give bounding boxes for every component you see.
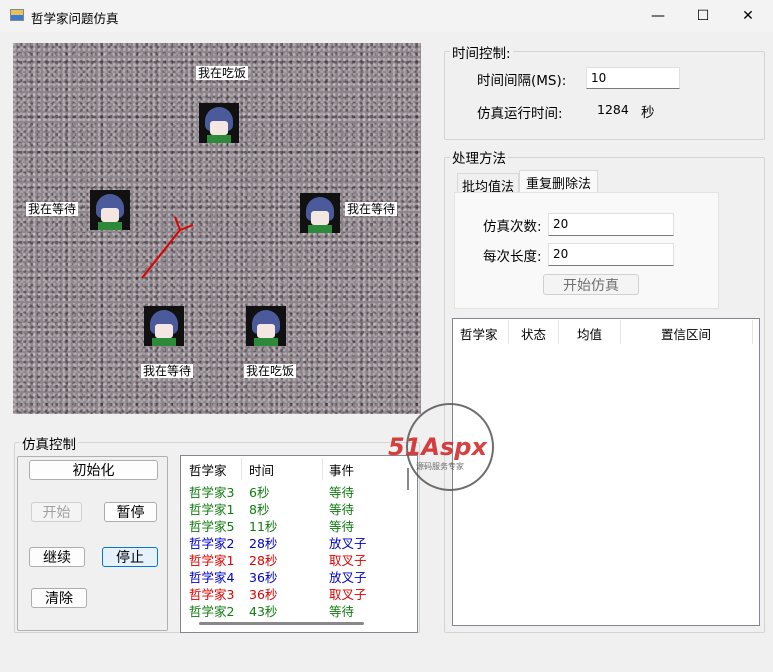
maximize-button[interactable]: ☐	[680, 0, 726, 32]
runs-label: 仿真次数:	[483, 219, 542, 235]
log-row[interactable]: 哲学家5 11秒 等待	[189, 516, 399, 534]
log-time: 6秒	[249, 485, 270, 500]
philosopher-avatar	[246, 306, 286, 346]
fork-line	[141, 229, 181, 279]
log-philosopher: 哲学家3	[189, 587, 235, 602]
log-header-philosopher[interactable]: 哲学家	[189, 460, 227, 479]
log-time: 43秒	[249, 604, 278, 619]
log-row[interactable]: 哲学家1 8秒 等待	[189, 499, 399, 517]
log-time: 36秒	[249, 570, 278, 585]
start-button[interactable]: 开始	[31, 502, 82, 522]
philosopher-avatar	[199, 103, 239, 143]
runtime-value: 1284	[597, 102, 629, 117]
philosopher-avatar	[90, 190, 130, 230]
fork-lines	[141, 216, 194, 279]
length-label: 每次长度:	[483, 249, 542, 265]
philosopher-avatar	[300, 193, 340, 233]
log-time: 8秒	[249, 502, 270, 517]
horizontal-scrollbar[interactable]	[199, 622, 364, 625]
philosopher-status-label: 我在吃饭	[196, 66, 249, 80]
log-row[interactable]: 哲学家2 28秒 放叉子	[189, 533, 399, 551]
watermark-brand: 51Aspx	[388, 433, 487, 461]
philosopher-avatar	[144, 306, 184, 346]
app-icon	[10, 9, 24, 21]
log-header-time[interactable]: 时间	[249, 460, 274, 479]
title-bar: 哲学家问题仿真 — ☐ ✕	[0, 0, 773, 32]
philosopher-status-label: 我在等待	[141, 364, 194, 378]
results-header-status[interactable]: 状态	[521, 324, 546, 343]
length-input[interactable]: 20	[548, 243, 674, 266]
watermark-logo: 51Aspx 源码服务专家	[388, 403, 512, 493]
stop-button[interactable]: 停止	[102, 547, 158, 567]
log-row[interactable]: 哲学家3 6秒 等待	[189, 482, 399, 500]
runtime-label: 仿真运行时间:	[477, 106, 563, 122]
log-event: 放叉子	[329, 570, 367, 585]
interval-label: 时间间隔(MS):	[477, 73, 567, 89]
log-time: 36秒	[249, 587, 278, 602]
fork-line	[179, 224, 194, 231]
sim-control-title: 仿真控制	[20, 433, 78, 453]
log-event: 等待	[329, 519, 355, 534]
log-philosopher: 哲学家1	[189, 502, 235, 517]
log-row[interactable]: 哲学家3 36秒 取叉子	[189, 584, 399, 602]
log-row[interactable]: 哲学家4 36秒 放叉子	[189, 567, 399, 585]
resume-button[interactable]: 继续	[29, 547, 85, 567]
clear-button[interactable]: 清除	[31, 588, 87, 608]
results-header-mean[interactable]: 均值	[577, 324, 602, 343]
log-time: 28秒	[249, 536, 278, 551]
minimize-button[interactable]: —	[635, 0, 681, 32]
pause-button[interactable]: 暂停	[104, 502, 157, 522]
close-button[interactable]: ✕	[725, 0, 771, 32]
log-row[interactable]: 哲学家1 28秒 取叉子	[189, 550, 399, 568]
log-philosopher: 哲学家5	[189, 519, 235, 534]
log-row[interactable]: 哲学家2 43秒 等待	[189, 601, 399, 619]
log-philosopher: 哲学家2	[189, 604, 235, 619]
event-log-list[interactable]: 哲学家 时间 事件 哲学家3 6秒 等待 哲学家1 8秒 等待 哲学家5 11秒 等待 哲学家2 2…	[180, 455, 418, 633]
log-event: 等待	[329, 604, 355, 619]
philosopher-status-label: 我在等待	[345, 202, 398, 216]
log-event: 取叉子	[329, 553, 367, 568]
window-title: 哲学家问题仿真	[31, 11, 119, 26]
interval-input[interactable]: 10	[586, 67, 680, 89]
start-simulation-button[interactable]: 开始仿真	[543, 274, 639, 295]
results-header-confidence-interval[interactable]: 置信区间	[661, 324, 711, 343]
watermark-subtitle: 源码服务专家	[416, 462, 464, 471]
log-event: 放叉子	[329, 536, 367, 551]
runtime-unit: 秒	[641, 105, 655, 121]
simulation-canvas: 我在吃饭 我在等待 我在等待 我在等待 我在吃饭	[13, 43, 421, 414]
fork-line	[174, 216, 181, 231]
log-philosopher: 哲学家1	[189, 553, 235, 568]
philosopher-status-label: 我在吃饭	[244, 364, 297, 378]
log-time: 11秒	[249, 519, 278, 534]
time-control-title: 时间控制:	[450, 42, 513, 62]
results-header-philosopher[interactable]: 哲学家	[460, 324, 498, 343]
runs-input[interactable]: 20	[548, 213, 674, 236]
log-time: 28秒	[249, 553, 278, 568]
log-event: 等待	[329, 502, 355, 517]
log-philosopher: 哲学家3	[189, 485, 235, 500]
method-title: 处理方法	[450, 147, 508, 167]
log-header-event[interactable]: 事件	[329, 460, 354, 479]
log-event: 取叉子	[329, 587, 367, 602]
log-philosopher: 哲学家4	[189, 570, 235, 585]
init-button[interactable]: 初始化	[29, 460, 158, 480]
philosopher-status-label: 我在等待	[26, 202, 79, 216]
time-control-group	[444, 51, 765, 140]
log-philosopher: 哲学家2	[189, 536, 235, 551]
